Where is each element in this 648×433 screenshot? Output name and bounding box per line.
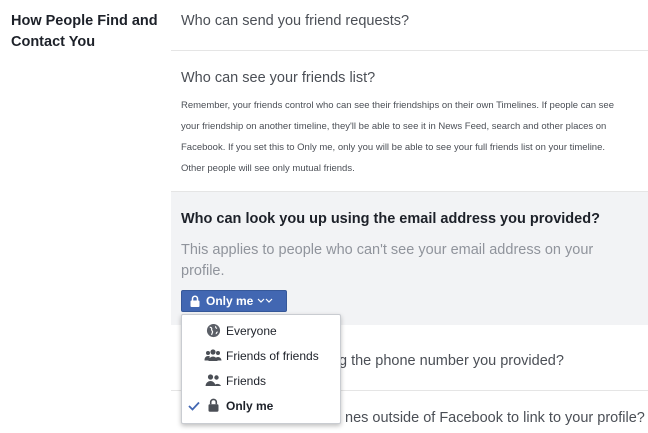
menu-item-only-me[interactable]: Only me [182,394,340,419]
audience-selector-label: Only me [206,294,254,308]
email-lookup-question: Who can look you up using the email addr… [181,211,600,227]
menu-item-label: Only me [226,399,274,413]
lock-icon [190,295,200,307]
audience-selector-button[interactable]: Only me [181,290,287,312]
friends-list-row[interactable]: Who can see your friends list? Remember,… [171,51,648,192]
menu-item-label: Friends [226,374,267,388]
menu-item-label: Friends of friends [226,349,319,363]
search-engine-question: nes outside of Facebook to link to your … [345,410,645,426]
email-lookup-description: This applies to people who can't see you… [181,242,594,279]
audience-dropdown-menu: Everyone Friends of friends Friends Only… [181,314,341,424]
menu-item-friends[interactable]: Friends [182,369,340,394]
globe-icon [204,323,222,338]
friends-of-friends-icon [204,348,222,362]
friends-list-description: Remember, your friends control who can s… [181,100,615,174]
friend-requests-row[interactable]: Who can send you friend requests? [171,0,648,51]
lock-icon [204,398,222,412]
checkmark-icon [188,400,200,414]
menu-item-label: Everyone [226,324,277,338]
friend-requests-question: Who can send you friend requests? [181,13,410,29]
phone-lookup-question: g the phone number you provided? [339,353,564,369]
friends-list-question: Who can see your friends list? [181,70,376,86]
chevron-down-icon [257,297,273,305]
section-title: How People Find and Contact You [11,13,158,50]
menu-item-everyone[interactable]: Everyone [182,319,340,344]
menu-item-friends-of-friends[interactable]: Friends of friends [182,344,340,369]
friends-icon [204,373,222,387]
